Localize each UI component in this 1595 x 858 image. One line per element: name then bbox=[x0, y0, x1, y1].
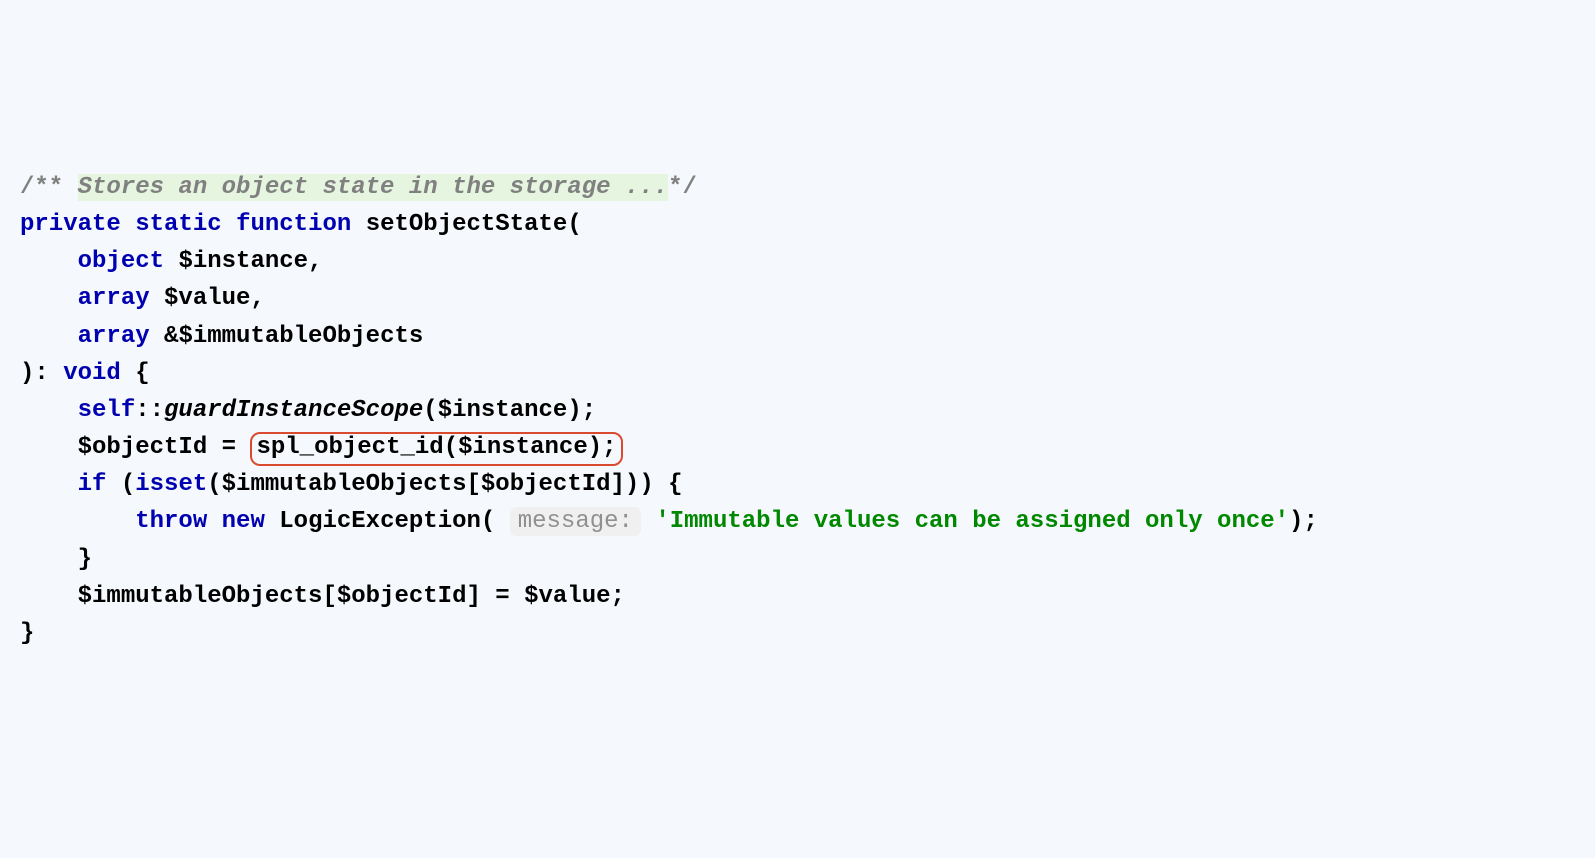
kw-static: static bbox=[135, 211, 221, 238]
param3-type: array bbox=[78, 323, 150, 350]
objectid-ref: $objectId bbox=[481, 471, 611, 498]
paren-open: ( bbox=[567, 211, 581, 238]
comment-open: /** bbox=[20, 174, 78, 201]
code-editor[interactable]: /** Stores an object state in the storag… bbox=[20, 169, 1575, 652]
paren-close: ) bbox=[20, 360, 34, 387]
kw-function: function bbox=[236, 211, 351, 238]
param2-var: $value bbox=[164, 285, 250, 312]
spl-call: spl_object_id bbox=[256, 434, 443, 461]
param1-var: $instance bbox=[178, 248, 308, 275]
kw-if: if bbox=[78, 471, 107, 498]
highlighted-call: spl_object_id($instance); bbox=[250, 432, 622, 466]
return-type: void bbox=[63, 360, 121, 387]
paren-semi: ); bbox=[567, 397, 596, 424]
assign-idx: $objectId bbox=[337, 583, 467, 610]
brace-open: { bbox=[135, 360, 149, 387]
assign-var1: $immutableObjects bbox=[78, 583, 323, 610]
docblock-summary: Stores an object state in the storage ..… bbox=[78, 174, 669, 201]
comment-close: */ bbox=[668, 174, 697, 201]
scope-op: :: bbox=[135, 397, 164, 424]
param-hint: message: bbox=[510, 507, 641, 536]
guard-method: guardInstanceScope bbox=[164, 397, 423, 424]
kw-new: new bbox=[222, 508, 265, 535]
ref-op: & bbox=[164, 323, 178, 350]
comma: , bbox=[250, 285, 264, 312]
spl-arg: $instance bbox=[458, 434, 588, 461]
colon: : bbox=[34, 360, 48, 387]
immutable-var: $immutableObjects bbox=[222, 471, 467, 498]
equals: = bbox=[222, 434, 236, 461]
kw-isset: isset bbox=[135, 471, 207, 498]
instance-arg: $instance bbox=[438, 397, 568, 424]
string-literal: 'Immutable values can be assigned only o… bbox=[655, 508, 1289, 535]
param1-type: object bbox=[78, 248, 164, 275]
self-keyword: self bbox=[78, 397, 136, 424]
objectid-var: $objectId bbox=[78, 434, 208, 461]
exception-class: LogicException bbox=[279, 508, 481, 535]
kw-throw: throw bbox=[135, 508, 207, 535]
comma: , bbox=[308, 248, 322, 275]
assign-var2: $value bbox=[524, 583, 610, 610]
function-name: setObjectState bbox=[366, 211, 568, 238]
kw-private: private bbox=[20, 211, 121, 238]
brace-close: } bbox=[78, 546, 92, 573]
param3-var: $immutableObjects bbox=[178, 323, 423, 350]
param2-type: array bbox=[78, 285, 150, 312]
paren: ( bbox=[423, 397, 437, 424]
